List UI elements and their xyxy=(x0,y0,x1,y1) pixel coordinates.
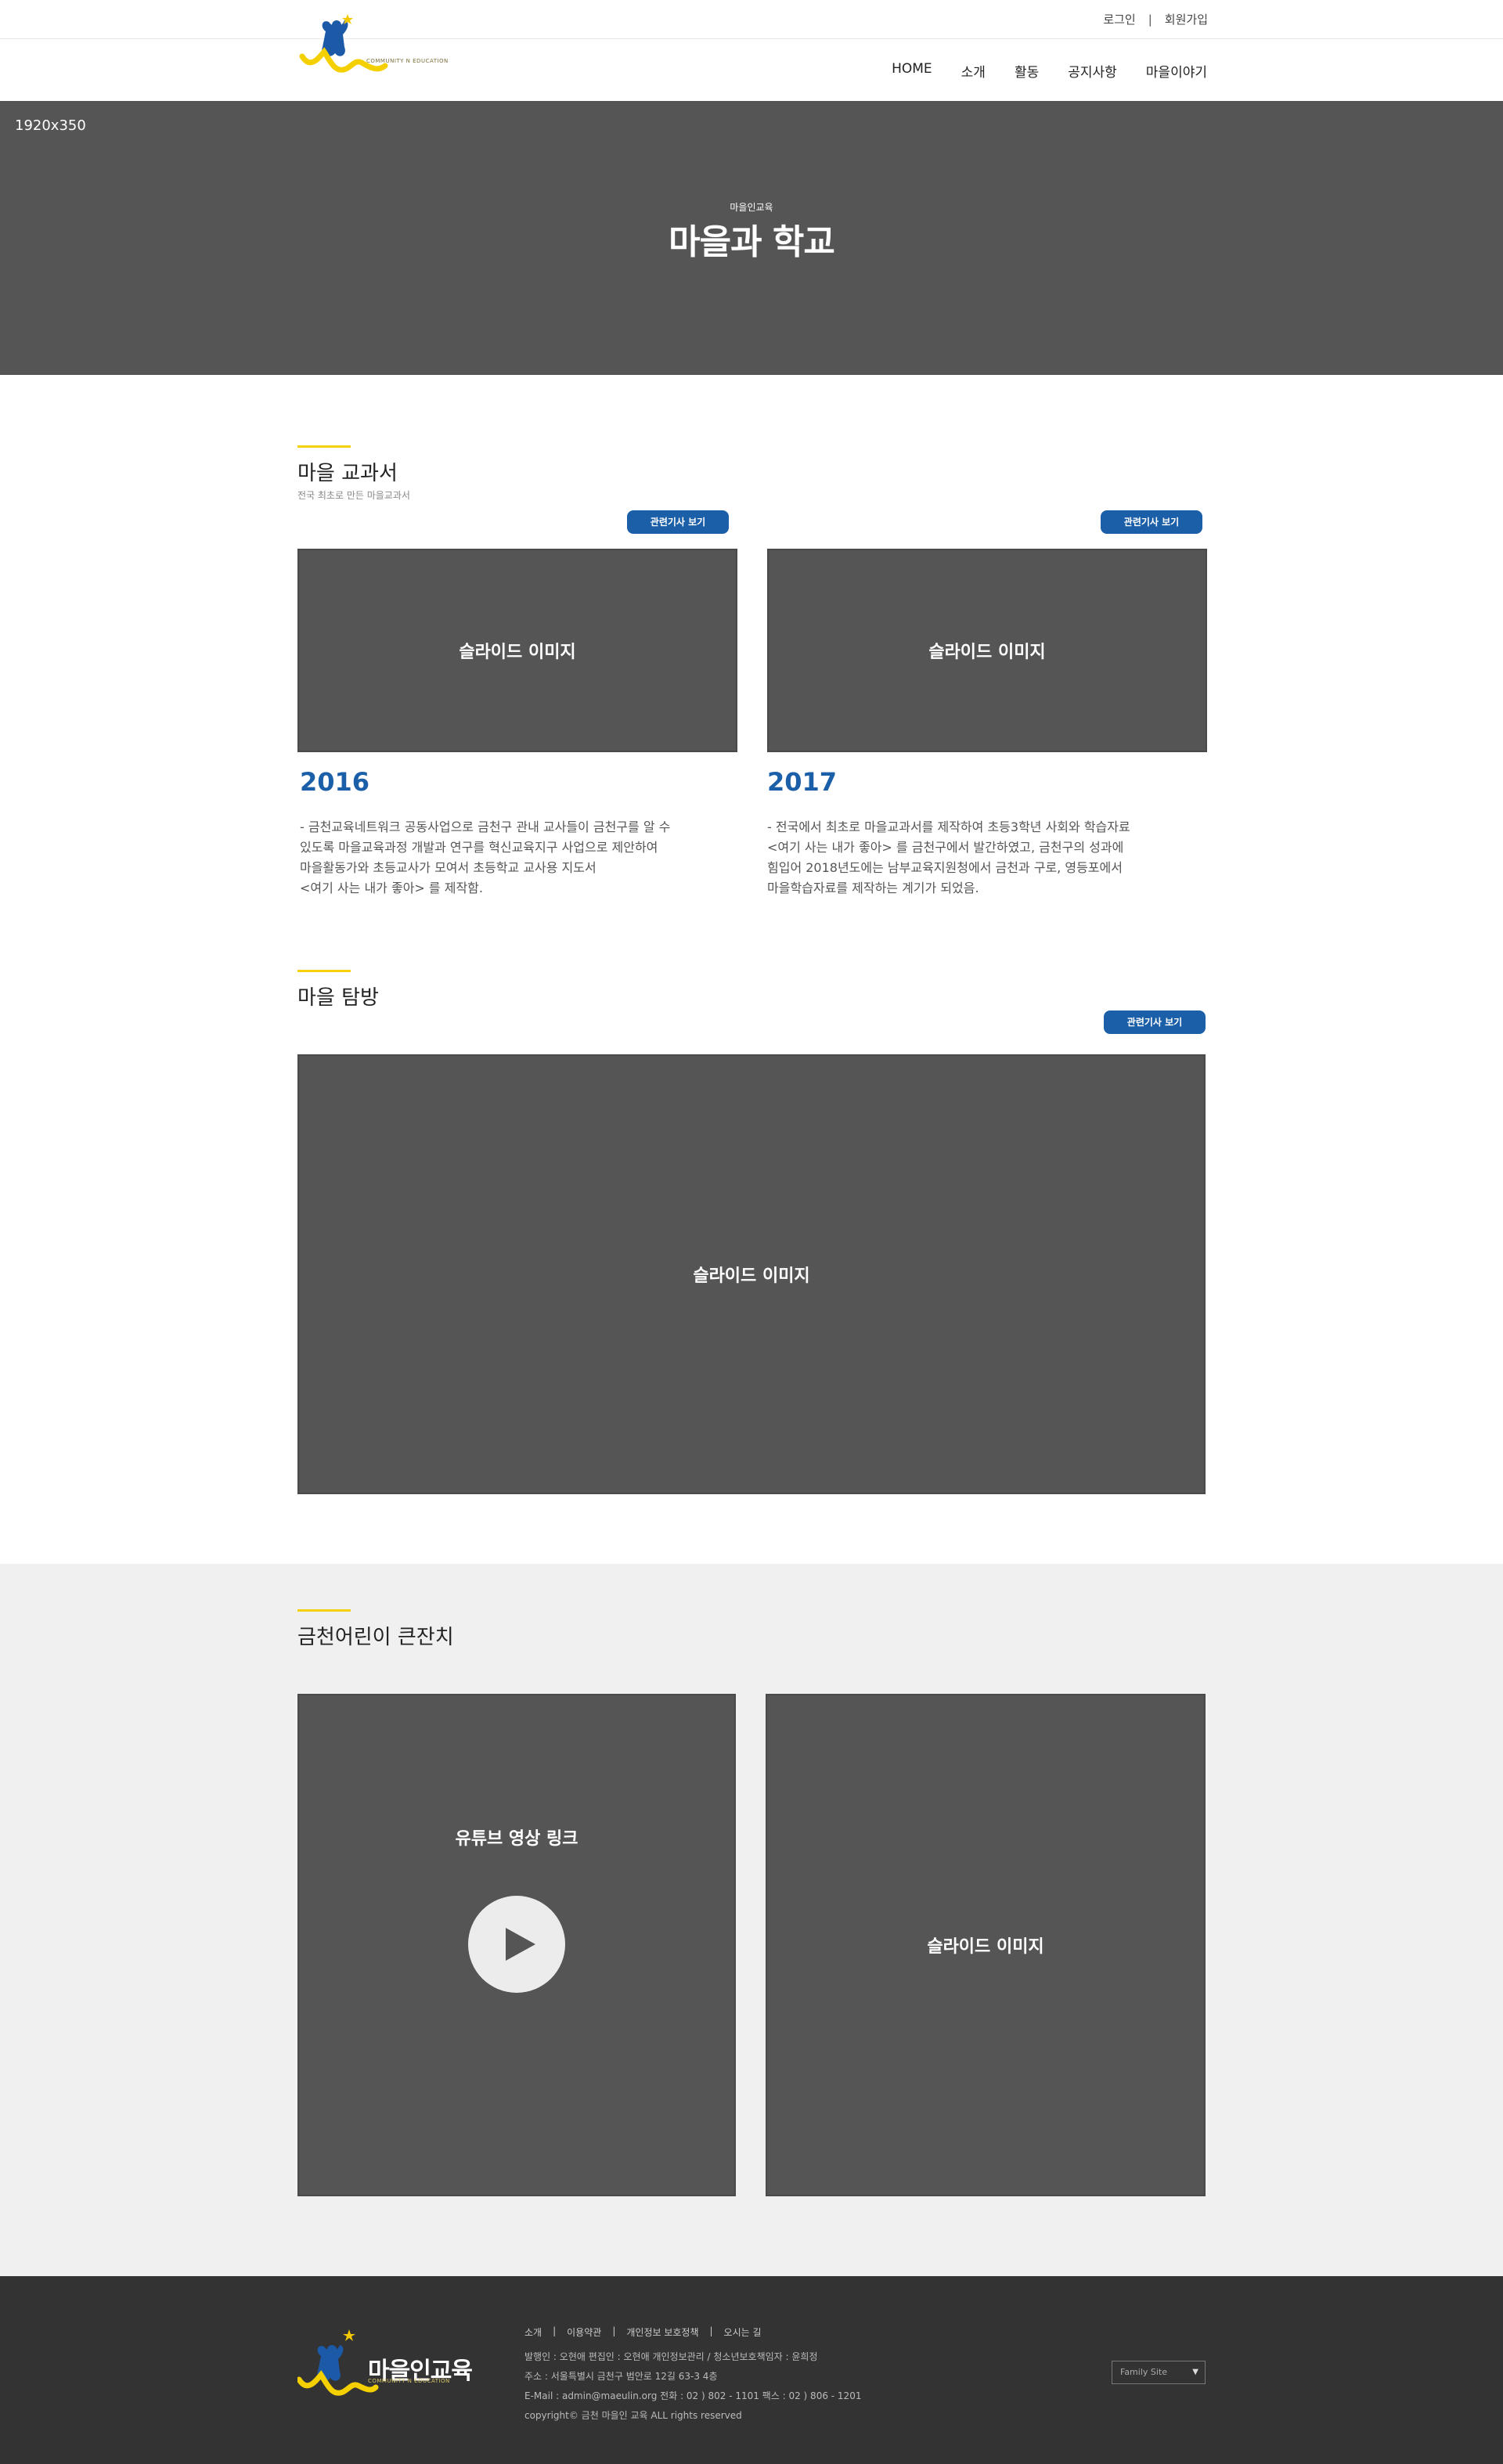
card-description: - 금천교육네트워크 공동사업으로 금천구 관내 교사들이 금천구를 알 수 있… xyxy=(300,820,671,895)
slide-label: 슬라이드 이미지 xyxy=(459,643,576,662)
footer-contact: E-Mail : admin@maeulin.org 전화 : 02 ) 802… xyxy=(524,2390,862,2401)
footer: 마을인교육 COMMUNITY N EDUCATION 소개 | 이용약관 | … xyxy=(0,2276,1503,2464)
slide-image[interactable]: 슬라이드 이미지 xyxy=(297,549,737,752)
related-article-button[interactable]: 관련기사 보기 xyxy=(1104,1010,1206,1034)
family-site-label: Family Site xyxy=(1120,2367,1168,2377)
footer-copyright: copyright© 금천 마을인 교육 ALL rights reserved xyxy=(524,2410,742,2421)
section-description: 전국 최초로 만든 마을교과서 xyxy=(297,490,410,501)
section-accent-line xyxy=(297,1609,351,1612)
section-title-village-tour: 마을 탐방 xyxy=(297,986,379,1010)
slide-image[interactable]: 슬라이드 이미지 xyxy=(297,1054,1206,1494)
hero-subtitle: 마을인교육 xyxy=(730,202,773,213)
logo-subtitle: COMMUNITY N EDUCATION xyxy=(366,58,449,64)
nav-item-about[interactable]: 소개 xyxy=(961,61,986,81)
festival-section xyxy=(0,1564,1503,2276)
top-util-bar: 로그인 | 회원가입 xyxy=(0,0,1503,39)
play-icon[interactable] xyxy=(468,1896,565,1993)
footer-address: 주소 : 서울특별시 금천구 범안로 12길 63-3 4층 xyxy=(524,2371,718,2382)
util-links: 로그인 | 회원가입 xyxy=(1103,11,1208,27)
nav-item-notice[interactable]: 공지사항 xyxy=(1068,61,1117,81)
hero-banner: 1920x350 마을인교육 마을과 학교 xyxy=(0,101,1503,375)
nav-item-home[interactable]: HOME xyxy=(892,61,932,81)
slide-label: 슬라이드 이미지 xyxy=(927,1937,1044,1957)
section-title-textbook: 마을 교과서 xyxy=(297,462,398,485)
chevron-down-icon: ▼ xyxy=(1192,2368,1198,2376)
footer-separator: | xyxy=(612,2325,616,2336)
nav-item-activity[interactable]: 활동 xyxy=(1015,61,1039,81)
footer-separator: | xyxy=(709,2325,713,2336)
section-accent-line xyxy=(297,445,351,448)
footer-link-privacy[interactable]: 개인정보 보호정책 xyxy=(626,2325,698,2339)
footer-logo-subtitle: COMMUNITY N EDUCATION xyxy=(368,2378,450,2384)
slide-image[interactable]: 슬라이드 이미지 xyxy=(767,549,1207,752)
hero-title: 마을과 학교 xyxy=(669,222,835,262)
section-title-festival: 금천어린이 큰잔치 xyxy=(297,1626,454,1649)
signup-link[interactable]: 회원가입 xyxy=(1165,11,1208,27)
login-link[interactable]: 로그인 xyxy=(1103,11,1135,27)
related-article-button[interactable]: 관련기사 보기 xyxy=(627,510,729,534)
banner-size-label: 1920x350 xyxy=(15,117,86,134)
logo-figure-icon xyxy=(299,14,388,73)
footer-link-terms[interactable]: 이용약관 xyxy=(567,2325,601,2339)
util-separator: | xyxy=(1148,12,1152,27)
main-nav: HOME 소개 활동 공지사항 마을이야기 xyxy=(892,61,1207,81)
footer-publisher-info: 발행인 : 오현애 편집인 : 오현애 개인정보관리 / 청소년보호책임자 : … xyxy=(524,2351,818,2362)
video-label: 유튜브 영상 링크 xyxy=(455,1829,578,1849)
footer-link-directions[interactable]: 오시는 길 xyxy=(724,2325,762,2339)
footer-link-about[interactable]: 소개 xyxy=(524,2325,542,2339)
section-accent-line xyxy=(297,970,351,972)
card-description: - 전국에서 최초로 마을교과서를 제작하여 초등3학년 사회와 학습자료 <여… xyxy=(767,820,1130,895)
year-label: 2016 xyxy=(300,767,370,797)
footer-logo[interactable]: 마을인교육 COMMUNITY N EDUCATION xyxy=(296,2329,473,2408)
site-logo[interactable]: COMMUNITY N EDUCATION xyxy=(299,11,471,89)
footer-links: 소개 | 이용약관 | 개인정보 보호정책 | 오시는 길 xyxy=(524,2325,762,2339)
slide-image[interactable]: 슬라이드 이미지 xyxy=(766,1694,1206,2196)
related-article-button[interactable]: 관련기사 보기 xyxy=(1101,510,1202,534)
footer-separator: | xyxy=(553,2325,557,2336)
slide-label: 슬라이드 이미지 xyxy=(693,1266,810,1286)
page: 로그인 | 회원가입 COMMUNITY N EDUCATION HOME 소개… xyxy=(0,0,1503,2464)
youtube-video-link[interactable]: 유튜브 영상 링크 xyxy=(297,1694,736,2196)
nav-item-story[interactable]: 마을이야기 xyxy=(1146,61,1207,81)
family-site-select[interactable]: Family Site ▼ xyxy=(1112,2361,1206,2384)
year-label: 2017 xyxy=(767,767,838,797)
slide-label: 슬라이드 이미지 xyxy=(928,643,1046,662)
